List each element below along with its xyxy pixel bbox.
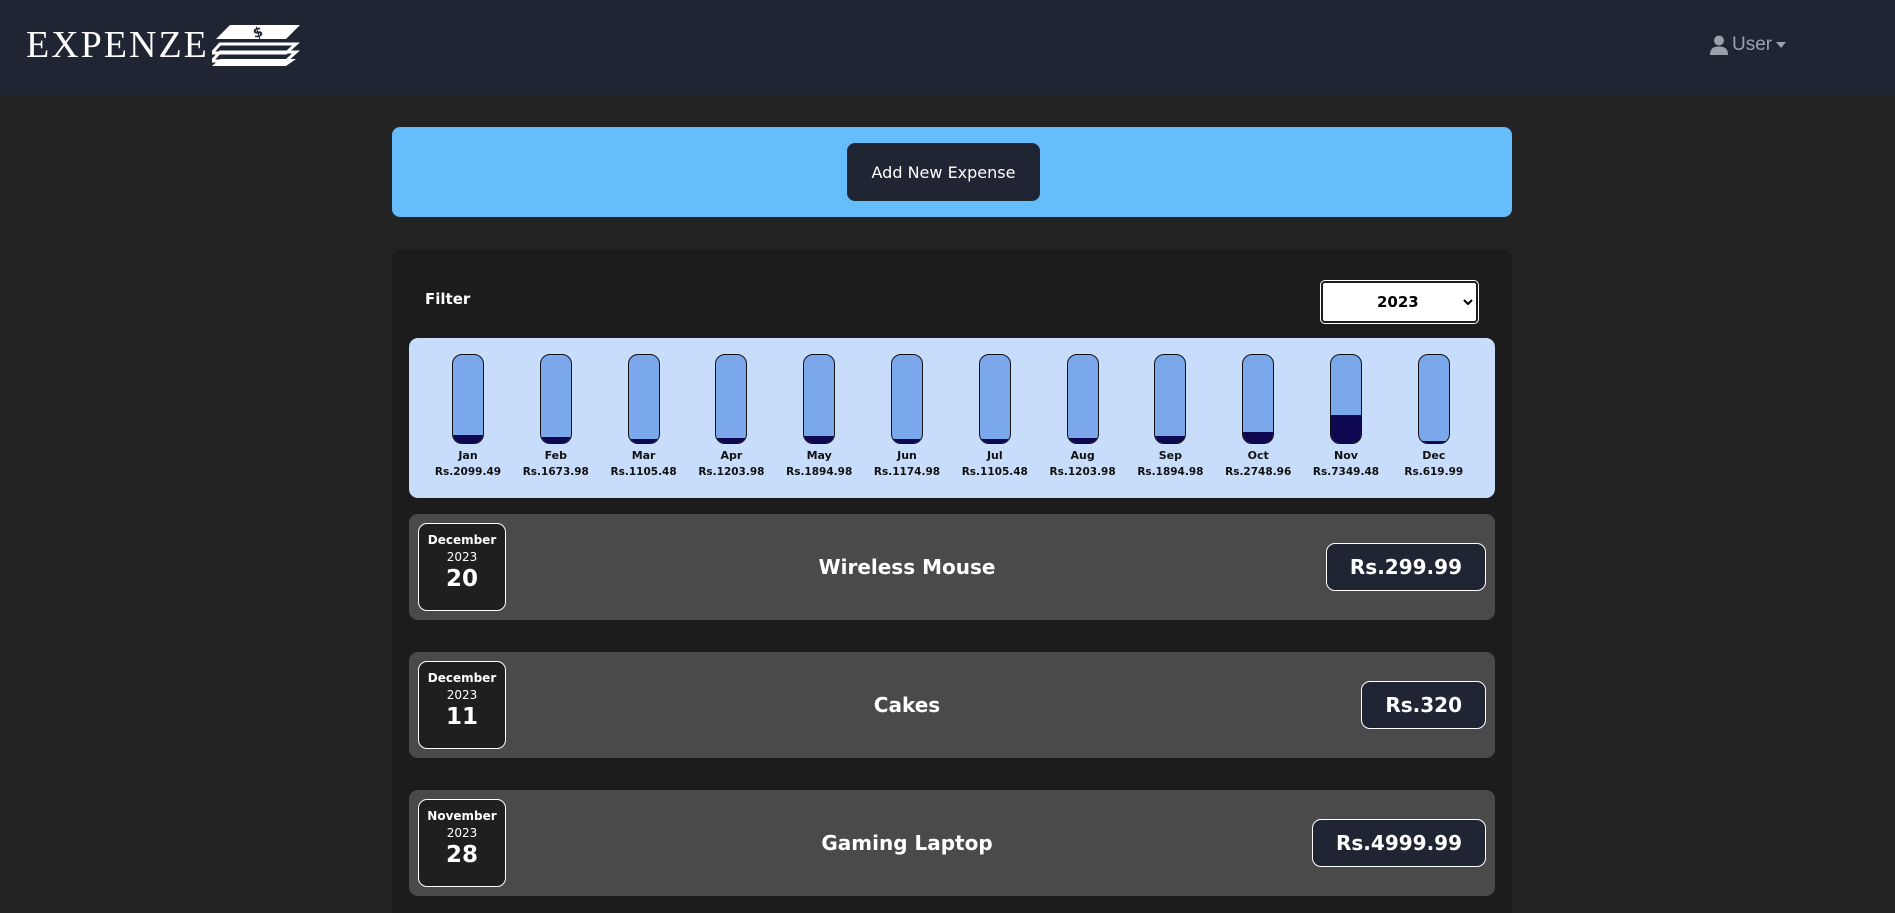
chart-bar-track [452, 354, 484, 444]
chart-bar-jul: Jul Rs.1105.48 [955, 354, 1035, 478]
user-icon [1710, 35, 1728, 55]
chart-month-label: Aug [1070, 449, 1095, 462]
chart-bar-oct: Oct Rs.2748.96 [1218, 354, 1298, 478]
chart-amount-label: Rs.1894.98 [1137, 466, 1204, 478]
chart-month-label: Mar [631, 449, 656, 462]
chart-amount-label: Rs.1174.98 [873, 466, 941, 478]
add-new-expense-button[interactable]: Add New Expense [847, 143, 1040, 201]
expense-item[interactable]: December 2023 11 Cakes Rs.320 [409, 652, 1495, 758]
chart-bar-fill [979, 438, 1010, 443]
chart-bar-track [715, 354, 748, 444]
expense-title: Gaming Laptop [821, 831, 993, 855]
chart-bar-fill [1418, 440, 1449, 443]
chart-bar-apr: Apr Rs.1203.98 [691, 354, 771, 478]
chart-amount-label: Rs.2099.49 [434, 466, 502, 478]
chart-month-label: Oct [1247, 449, 1269, 462]
expense-date-day: 28 [445, 842, 478, 868]
year-filter-select[interactable]: 2023 [1320, 280, 1479, 324]
chart-amount-label: Rs.619.99 [1404, 466, 1464, 478]
expense-date-month: December [427, 671, 497, 685]
chart-bar-nov: Nov Rs.7349.48 [1306, 354, 1386, 478]
chart-bar-fill [628, 438, 659, 443]
chart-amount-label: Rs.1894.98 [786, 466, 853, 478]
filter-label: Filter [425, 290, 471, 308]
chart-bar-fill [1331, 414, 1361, 443]
expense-date-day: 20 [445, 566, 478, 592]
chart-bar-fill [716, 438, 747, 443]
chart-bar-track [627, 354, 660, 444]
chart-amount-label: Rs.7349.48 [1312, 466, 1380, 478]
chart-bar-track [1330, 354, 1362, 444]
user-menu-dropdown[interactable]: User [1710, 34, 1787, 56]
chart-bar-fill [1067, 438, 1098, 443]
expense-amount: Rs.320 [1361, 681, 1486, 729]
expense-title: Cakes [873, 693, 941, 717]
user-label: User [1732, 34, 1773, 55]
chart-month-label: Dec [1422, 449, 1446, 462]
chart-bar-track [1417, 354, 1450, 444]
expense-date-year: 2023 [446, 826, 478, 840]
expense-date-day: 11 [445, 704, 478, 730]
chevron-down-icon [1776, 42, 1787, 48]
chart-month-label: May [806, 449, 832, 462]
chart-bar-fill [892, 438, 922, 443]
chart-amount-label: Rs.1203.98 [1049, 466, 1116, 478]
chart-amount-label: Rs.1105.48 [610, 466, 677, 478]
expenses-panel: Filter 2023 Jan Rs.2099.49 Feb Rs.1673.98 Ma… [392, 249, 1512, 913]
brand[interactable]: EXPENZE $ [26, 22, 302, 68]
chart-bar-sep: Sep Rs.1894.98 [1130, 354, 1210, 478]
expense-date-month: November [427, 809, 497, 823]
chart-amount-label: Rs.1203.98 [698, 466, 765, 478]
chart-bar-track [539, 354, 572, 444]
navbar: EXPENZE $ User [0, 0, 1895, 95]
chart-month-label: Jan [458, 449, 478, 462]
expense-amount: Rs.4999.99 [1312, 819, 1486, 867]
chart-amount-label: Rs.1673.98 [522, 466, 589, 478]
chart-bar-aug: Aug Rs.1203.98 [1043, 354, 1123, 478]
chart-bar-fill [540, 436, 571, 443]
brand-name: EXPENZE [26, 24, 209, 66]
chart-bar-track [978, 354, 1011, 444]
expense-item[interactable]: November 2023 28 Gaming Laptop Rs.4999.99 [409, 790, 1495, 896]
chart-bar-may: May Rs.1894.98 [779, 354, 859, 478]
chart-bar-track [891, 354, 923, 444]
chart-amount-label: Rs.2748.96 [1225, 466, 1292, 478]
add-expense-banner: Add New Expense [392, 127, 1512, 217]
expense-date-month: December [427, 533, 497, 547]
chart-bar-fill [1243, 432, 1274, 443]
chart-bar-fill [804, 435, 835, 443]
money-stack-icon: $ [211, 24, 300, 66]
chart-bar-track [1066, 354, 1099, 444]
chart-bar-mar: Mar Rs.1105.48 [604, 354, 684, 478]
chart-month-label: Jul [986, 449, 1003, 462]
chart-bar-track [1154, 354, 1187, 444]
expense-date-year: 2023 [446, 550, 478, 564]
chart-bar-feb: Feb Rs.1673.98 [516, 354, 596, 478]
chart-month-label: Sep [1158, 449, 1183, 462]
chart-amount-label: Rs.1105.48 [961, 466, 1028, 478]
chart-bar-track [1242, 354, 1275, 444]
chart-bar-dec: Dec Rs.619.99 [1394, 354, 1474, 478]
chart-bar-jun: Jun Rs.1174.98 [867, 354, 947, 478]
chart-bar-jan: Jan Rs.2099.49 [428, 354, 508, 478]
monthly-expense-chart: Jan Rs.2099.49 Feb Rs.1673.98 Mar Rs.1105.48 A… [409, 338, 1495, 498]
chart-bar-fill [1155, 435, 1186, 443]
chart-month-label: Apr [720, 449, 743, 462]
expense-amount: Rs.299.99 [1325, 543, 1486, 591]
chart-month-label: Jun [897, 449, 917, 462]
chart-bar-fill [453, 435, 483, 443]
expense-title: Wireless Mouse [818, 555, 996, 579]
expense-date-year: 2023 [446, 688, 478, 702]
chart-month-label: Nov [1334, 449, 1358, 462]
expense-item[interactable]: December 2023 20 Wireless Mouse Rs.299.99 [409, 514, 1495, 620]
expense-date: December 2023 20 [418, 523, 506, 611]
chart-bar-track [803, 354, 836, 444]
expense-date: December 2023 11 [418, 661, 506, 749]
expense-date: November 2023 28 [418, 799, 506, 887]
chart-month-label: Feb [544, 449, 567, 462]
